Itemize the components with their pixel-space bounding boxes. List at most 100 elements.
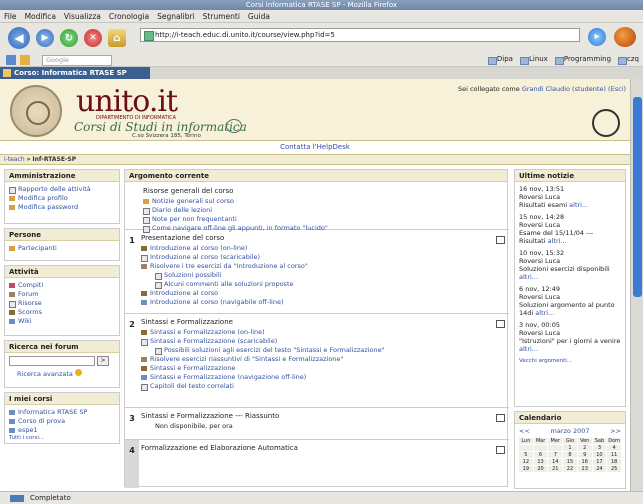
go-button[interactable]: ▸ bbox=[588, 28, 606, 46]
navigation-toolbar: ◀ ▶ ↻ ✕ ⌂ http://i-teach.educ.di.unito.i… bbox=[0, 23, 643, 53]
site-address: C.so Svizzera 185, Torino bbox=[132, 133, 201, 139]
bookmark-add-icon[interactable] bbox=[6, 55, 16, 65]
resource-link[interactable]: Introduzione al corso (navigabile off-li… bbox=[141, 298, 491, 307]
menu-guida[interactable]: Guida bbox=[248, 12, 270, 21]
section-2: 2 Sintassi e Formalizzazione Sintassi e … bbox=[125, 314, 509, 408]
breadcrumb-home[interactable]: i-teach bbox=[4, 156, 25, 163]
login-info: Sei collegato come Grandi Claudio (stude… bbox=[457, 85, 626, 93]
menu-bar: File Modifica Visualizza Cronologia Segn… bbox=[0, 10, 643, 23]
older-news-link[interactable]: Vecchi argomenti... bbox=[519, 358, 572, 364]
resource-link[interactable]: Risolvere esercizi riassuntivi di "Sinta… bbox=[141, 355, 491, 364]
assignments-link[interactable]: Compiti bbox=[9, 281, 115, 290]
bookmark-linux[interactable]: Linux bbox=[519, 55, 548, 65]
calendar-title: Calendario bbox=[515, 412, 625, 424]
forum-search-go-button[interactable]: > bbox=[97, 356, 109, 366]
bookmark-programming[interactable]: Programming bbox=[554, 55, 611, 65]
calendar-grid: Lun Mar Mer Gio Ven Sab Dom 1 2 3 4 5 6 … bbox=[519, 438, 621, 472]
stop-button[interactable]: ✕ bbox=[84, 29, 102, 47]
tab-bar: Corso: Informatica RTASE SP bbox=[0, 67, 643, 79]
university-seal-icon bbox=[10, 85, 62, 137]
resource-link[interactable]: Introduzione al corso bbox=[141, 289, 491, 298]
news-more-link[interactable]: altri... bbox=[519, 273, 538, 281]
resource-link[interactable]: Sintassi e Formalizzazione (scaricabile) bbox=[141, 337, 491, 346]
section-toggle[interactable] bbox=[496, 414, 505, 422]
search-input[interactable]: Google bbox=[42, 55, 112, 66]
vertical-scrollbar[interactable] bbox=[630, 79, 643, 491]
bookmark-dipa[interactable]: Dipa bbox=[487, 55, 513, 65]
news-title: Ultime notizie bbox=[515, 170, 625, 182]
calendar-prev-button[interactable]: << bbox=[519, 427, 530, 435]
graduation-hat-icon bbox=[226, 119, 242, 133]
scorms-link[interactable]: Scorms bbox=[9, 308, 115, 317]
resource-link[interactable]: Possibili soluzioni agli esercizi del te… bbox=[155, 346, 491, 355]
resource-link[interactable]: Diario delle lezioni bbox=[143, 206, 491, 215]
resource-link[interactable]: Capitoli del testo correlati bbox=[141, 382, 491, 391]
back-button[interactable]: ◀ bbox=[8, 27, 30, 49]
gift-icon[interactable] bbox=[20, 55, 30, 65]
firefox-logo-icon bbox=[614, 27, 636, 47]
news-block: Ultime notizie 16 nov, 13:51 Roversi Luc… bbox=[514, 169, 626, 407]
breadcrumb: i-teach » Inf-RTASE-SP bbox=[0, 154, 630, 165]
section-1: 1 Presentazione del corso Introduzione a… bbox=[125, 230, 509, 314]
forward-button[interactable]: ▶ bbox=[36, 29, 54, 47]
menu-segnalibri[interactable]: Segnalibri bbox=[157, 12, 195, 21]
section-title: Sintassi e Formalizzazione bbox=[141, 318, 233, 326]
resource-link[interactable]: Sintassi e Formalizzazione (navigazione … bbox=[141, 373, 491, 382]
helpdesk-link[interactable]: Contatta l'HelpDesk bbox=[0, 141, 630, 153]
resource-link[interactable]: Soluzioni possibili bbox=[155, 271, 491, 280]
url-field[interactable]: http://i-teach.educ.di.unito.it/course/v… bbox=[140, 28, 580, 42]
breadcrumb-course: Inf-RTASE-SP bbox=[32, 156, 77, 163]
help-icon[interactable] bbox=[75, 369, 82, 376]
section-title: Sintassi e Formalizzazione --- Riassunto bbox=[141, 412, 280, 420]
section-toggle[interactable] bbox=[496, 446, 505, 454]
reload-button[interactable]: ↻ bbox=[60, 29, 78, 47]
resource-link[interactable]: Note per non frequentanti bbox=[143, 215, 491, 224]
change-password-link[interactable]: Modifica password bbox=[9, 203, 115, 212]
section-toggle[interactable] bbox=[496, 320, 505, 328]
bookmark-czq[interactable]: czq bbox=[618, 55, 639, 65]
resource-link[interactable]: Introduzione al corso (scaricabile) bbox=[141, 253, 491, 262]
news-more-link[interactable]: altri... bbox=[548, 237, 567, 245]
my-courses-block: I miei corsi Informatica RTASE SP Corso … bbox=[4, 392, 120, 444]
resource-link[interactable]: Introduzione al corso (on-line) bbox=[141, 244, 491, 253]
logout-link[interactable]: (Esci) bbox=[608, 85, 626, 93]
section-3: 3 Sintassi e Formalizzazione --- Riassun… bbox=[125, 408, 509, 440]
resource-link[interactable]: Notizie generali sul corso bbox=[143, 197, 491, 206]
menu-strumenti[interactable]: Strumenti bbox=[203, 12, 240, 21]
menu-visualizza[interactable]: Visualizza bbox=[64, 12, 101, 21]
site-header: unito.it DIPARTIMENTO DI INFORMATICA Cor… bbox=[0, 79, 630, 141]
resource-link[interactable]: Alcuni commenti alle soluzioni proposte bbox=[155, 280, 491, 289]
wiki-link[interactable]: Wiki bbox=[9, 317, 115, 326]
scrollbar-thumb[interactable] bbox=[633, 97, 642, 297]
news-more-link[interactable]: altri... bbox=[569, 201, 588, 209]
user-link[interactable]: Grandi Claudio (studente) bbox=[522, 85, 606, 93]
edit-profile-link[interactable]: Modifica profilo bbox=[9, 194, 115, 203]
resource-link[interactable]: Sintassi e Formalizzazione (on-line) bbox=[141, 328, 491, 337]
calendar-next-button[interactable]: >> bbox=[610, 427, 621, 435]
tab-course[interactable]: Corso: Informatica RTASE SP bbox=[0, 67, 150, 79]
news-more-link[interactable]: altri... bbox=[519, 345, 538, 353]
resource-link[interactable]: Risolvere i tre esercizi da "Introduzion… bbox=[141, 262, 491, 271]
forum-search-input[interactable] bbox=[9, 356, 95, 366]
menu-file[interactable]: File bbox=[4, 12, 17, 21]
menu-cronologia[interactable]: Cronologia bbox=[109, 12, 149, 21]
forum-link[interactable]: Forum bbox=[9, 290, 115, 299]
menu-modifica[interactable]: Modifica bbox=[25, 12, 56, 21]
section-4: 4 Formalizzazione ed Elaborazione Automa… bbox=[125, 440, 509, 488]
activity-report-link[interactable]: Rapporto delle attività bbox=[9, 185, 115, 194]
section-toggle[interactable] bbox=[496, 236, 505, 244]
resource-link[interactable]: Sintassi e Formalizzazione bbox=[141, 364, 491, 373]
course-link[interactable]: espe1 bbox=[9, 426, 115, 435]
course-link[interactable]: Informatica RTASE SP bbox=[9, 408, 115, 417]
news-more-link[interactable]: altri... bbox=[535, 309, 554, 317]
forum-search-block: Ricerca nei forum > Ricerca avanzata bbox=[4, 340, 120, 388]
participants-link[interactable]: Partecipanti bbox=[9, 244, 115, 253]
window-title: Corsi Informatica RTASE SP - Mozilla Fir… bbox=[0, 0, 643, 10]
home-button[interactable]: ⌂ bbox=[108, 29, 126, 47]
section-title: Formalizzazione ed Elaborazione Automati… bbox=[141, 444, 298, 452]
advanced-search-link[interactable]: Ricerca avanzata bbox=[17, 370, 73, 378]
resources-link[interactable]: Risorse bbox=[9, 299, 115, 308]
course-link[interactable]: Corso di prova bbox=[9, 417, 115, 426]
all-courses-link[interactable]: Tutti i corsi... bbox=[9, 435, 115, 441]
page-content: unito.it DIPARTIMENTO DI INFORMATICA Cor… bbox=[0, 79, 630, 491]
